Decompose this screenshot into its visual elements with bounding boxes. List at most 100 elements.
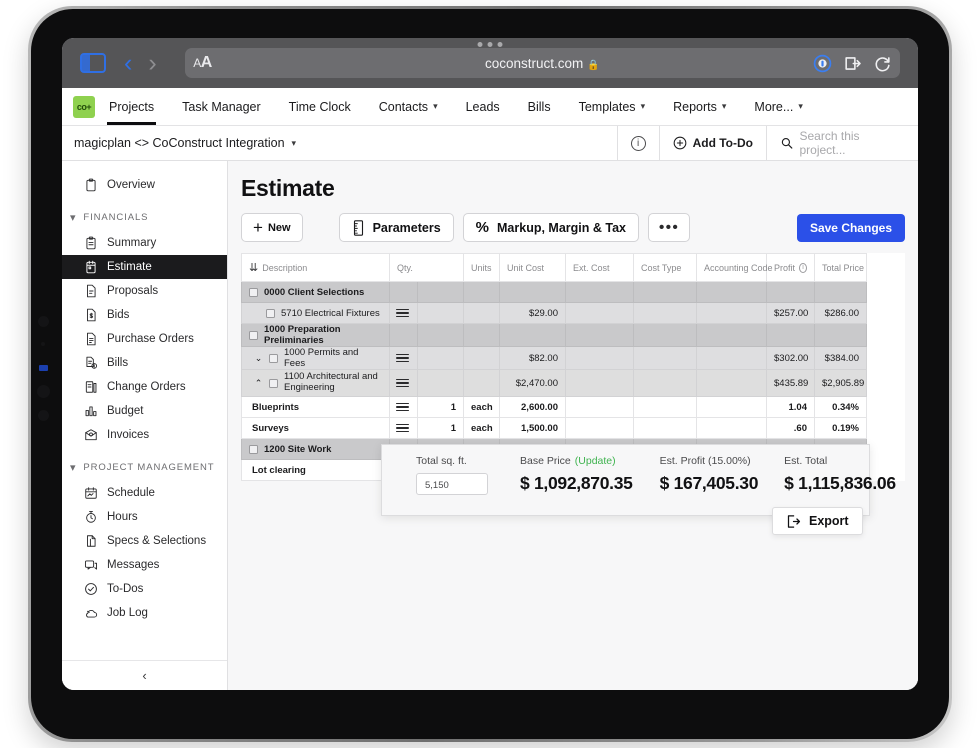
row-checkbox[interactable] xyxy=(249,444,258,454)
info-icon[interactable]: i xyxy=(799,262,807,273)
sidebar-item-summary[interactable]: Summary xyxy=(62,231,227,255)
sidebar-item-messages[interactable]: Messages xyxy=(62,553,227,577)
table-row[interactable]: 5710 Electrical Fixtures $29.00 $257.00 $28… xyxy=(241,302,867,324)
row-checkbox[interactable] xyxy=(269,353,278,363)
more-options-button[interactable]: ••• xyxy=(647,213,691,242)
markup-label: Markup, Margin & Tax xyxy=(497,220,626,235)
privacy-shield-icon[interactable] xyxy=(813,54,832,73)
sidebar-item-specs-selections[interactable]: Specs & Selections xyxy=(62,529,227,553)
cell-row-menu[interactable] xyxy=(389,396,418,418)
sidebar-item-bids[interactable]: Bids xyxy=(62,303,227,327)
sidebar-item-overview[interactable]: Overview xyxy=(62,173,227,197)
browser-sidebar-toggle-icon[interactable] xyxy=(80,53,106,73)
nav-item-task-manager[interactable]: Task Manager xyxy=(168,88,275,125)
sidebar-item-to-dos[interactable]: To-Dos xyxy=(62,577,227,601)
column-header-accounting-code[interactable]: Accounting Code xyxy=(696,253,773,282)
nav-item-reports[interactable]: Reports ▾ xyxy=(659,88,740,125)
nav-item-templates[interactable]: Templates ▾ xyxy=(565,88,660,125)
parameters-button[interactable]: Parameters xyxy=(338,213,454,242)
row-checkbox[interactable] xyxy=(249,330,258,340)
sidebar-item-budget[interactable]: Budget xyxy=(62,399,227,423)
sidebar-group-project-management[interactable]: ▾ PROJECT MANAGEMENT xyxy=(62,461,227,474)
export-button[interactable]: Export xyxy=(772,507,863,535)
device-volume-up-button[interactable] xyxy=(37,385,50,398)
cell-row-menu[interactable] xyxy=(389,302,418,324)
base-price-update-link[interactable]: (Update) xyxy=(575,455,616,467)
row-drag-handle-icon[interactable] xyxy=(396,423,409,433)
nav-item-more[interactable]: More... ▾ xyxy=(740,88,816,125)
base-price-value: $ 1,092,870.35 xyxy=(520,473,633,493)
reload-icon[interactable] xyxy=(873,54,892,73)
browser-forward-icon[interactable]: › xyxy=(148,50,156,76)
column-header-ext-cost[interactable]: Ext. Cost xyxy=(565,253,634,282)
browser-address-bar[interactable]: AA coconstruct.com 🔒 xyxy=(184,48,900,78)
nav-item-bills[interactable]: Bills xyxy=(514,88,565,125)
sidebar-item-estimate[interactable]: Estimate xyxy=(62,255,227,279)
add-todo-button[interactable]: Add To-Do xyxy=(658,126,766,160)
chevron-down-icon[interactable]: ⌄ xyxy=(254,353,263,364)
column-header-profit[interactable]: Profit i xyxy=(766,253,815,282)
new-button[interactable]: + New xyxy=(241,213,303,242)
chevron-up-icon[interactable]: ⌃ xyxy=(254,378,263,389)
cell-unit-cost: 1,500.00 xyxy=(499,417,566,439)
table-row[interactable]: ⌃ 1100 Architectural and Engineering $2,47… xyxy=(241,369,867,397)
cell-row-menu[interactable] xyxy=(389,369,418,397)
more-options-icon: ••• xyxy=(658,219,680,236)
base-price-group: Base Price (Update) $ 1,092,870.35 xyxy=(520,455,633,494)
column-header-unit-cost[interactable]: Unit Cost xyxy=(499,253,566,282)
column-header-cost-type[interactable]: Cost Type xyxy=(633,253,697,282)
row-checkbox[interactable] xyxy=(266,308,275,318)
cell-qty: 1 xyxy=(417,396,464,418)
row-drag-handle-icon[interactable] xyxy=(396,402,409,412)
sidebar-item-job-log[interactable]: Job Log xyxy=(62,601,227,625)
sidebar-item-schedule[interactable]: Schedule xyxy=(62,481,227,505)
row-checkbox[interactable] xyxy=(269,378,278,388)
nav-item-label: Projects xyxy=(109,99,155,114)
sidebar-item-proposals[interactable]: Proposals xyxy=(62,279,227,303)
nav-item-time-clock[interactable]: Time Clock xyxy=(275,88,365,125)
table-row[interactable]: 0000 Client Selections xyxy=(241,281,867,303)
row-drag-handle-icon[interactable] xyxy=(396,378,409,388)
nav-item-leads[interactable]: Leads xyxy=(452,88,514,125)
cell-description: 5710 Electrical Fixtures xyxy=(241,302,390,324)
column-header-total-price[interactable]: Total Price xyxy=(814,253,867,282)
total-sqft-input[interactable]: 5,150 xyxy=(416,473,488,495)
sidebar-group-financials[interactable]: ▾ FINANCIALS xyxy=(62,211,227,224)
project-info-button[interactable]: i xyxy=(616,126,659,160)
table-row[interactable]: Blueprints 1 each 2,600.00 1.04 0.34% xyxy=(241,396,867,418)
table-row[interactable]: ⌄ 1000 Permits and Fees $82.00 $302.00 $384.… xyxy=(241,346,867,370)
sidebar-item-bills[interactable]: Bills xyxy=(62,351,227,375)
nav-item-projects[interactable]: Projects xyxy=(95,88,168,125)
sidebar-item-change-orders[interactable]: Change Orders xyxy=(62,375,227,399)
project-selector[interactable]: magicplan <> CoConstruct Integration ▾ xyxy=(62,126,617,160)
clipboard-icon xyxy=(86,178,96,192)
row-drag-handle-icon[interactable] xyxy=(396,308,409,318)
table-header-sort[interactable]: ⇊ Description xyxy=(241,253,390,282)
browser-back-icon[interactable]: ‹ xyxy=(124,50,132,76)
table-row[interactable]: 1000 Preparation Preliminaries xyxy=(241,323,867,347)
cell-row-menu[interactable] xyxy=(389,417,418,439)
window-handle-dots[interactable] xyxy=(477,42,503,47)
column-header-qty[interactable]: Qty. xyxy=(389,253,464,282)
row-checkbox[interactable] xyxy=(249,287,258,297)
cell-ext-cost xyxy=(565,323,634,347)
markup-margin-tax-button[interactable]: % Markup, Margin & Tax xyxy=(462,213,639,242)
device-volume-down-button[interactable] xyxy=(38,410,49,421)
save-changes-button[interactable]: Save Changes xyxy=(796,213,905,242)
cell-ext-cost xyxy=(565,369,634,397)
extension-icon[interactable] xyxy=(843,54,862,73)
sidebar-item-label: Summary xyxy=(107,237,157,249)
sidebar-item-purchase-orders[interactable]: Purchase Orders xyxy=(62,327,227,351)
sidebar-collapse-button[interactable]: ‹ xyxy=(62,660,227,690)
table-row[interactable]: Surveys 1 each 1,500.00 .60 0.19% xyxy=(241,417,867,439)
column-header-units[interactable]: Units xyxy=(463,253,500,282)
sidebar-item-hours[interactable]: Hours xyxy=(62,505,227,529)
nav-item-contacts[interactable]: Contacts ▾ xyxy=(365,88,452,125)
project-search[interactable]: Search this project... xyxy=(766,126,918,160)
coconstruct-logo[interactable]: co+ xyxy=(73,95,95,118)
cell-row-menu[interactable] xyxy=(389,346,418,370)
sidebar-item-invoices[interactable]: Invoices xyxy=(62,423,227,447)
row-drag-handle-icon[interactable] xyxy=(396,353,409,363)
column-header-label: Cost Type xyxy=(641,262,682,273)
base-price-label: Base Price (Update) xyxy=(520,455,633,467)
